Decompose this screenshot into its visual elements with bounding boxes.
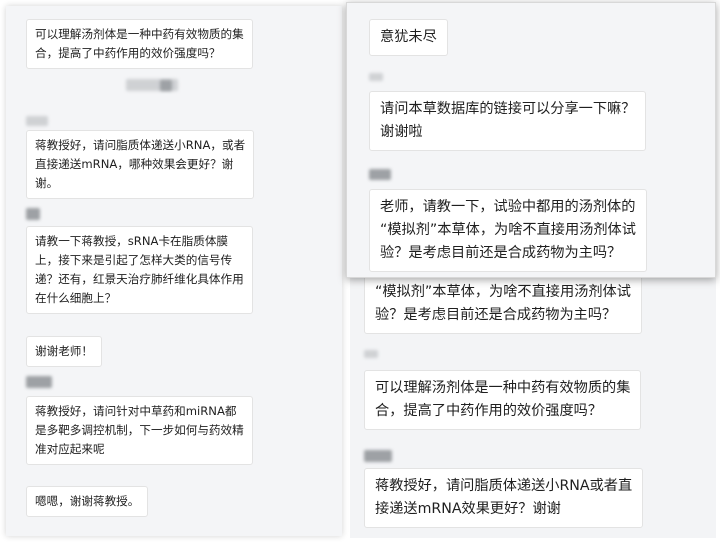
chat-message: 蒋教授好，请问针对中草药和miRNA都 是多靶多调控机制，下一步如何与药效精 准… [26, 396, 253, 465]
right-top-chat-panel: 意犹未尽 请问本草数据库的链接可以分享一下嘛？ 谢谢啦 老师，请教一下，试验中都… [346, 2, 716, 278]
chat-message: 谢谢老师！ [26, 336, 102, 367]
redacted-avatar [160, 80, 172, 91]
redacted-username [26, 116, 48, 126]
redacted-avatar [26, 208, 40, 220]
chat-message: 请教一下蒋教授，sRNA卡在脂质体膜 上，接下来是引起了怎样大类的信号传 递？还… [26, 226, 253, 314]
redacted-avatar [369, 169, 391, 180]
redacted-username [364, 350, 378, 358]
chat-message: 意犹未尽 [369, 19, 448, 56]
redacted-avatar [364, 450, 392, 462]
chat-message: 老师，请教一下，试验中都用的汤剂体的 “模拟剂”本草体，为啥不直接用汤剂体试 验… [369, 189, 647, 272]
left-chat-panel: 可以理解汤剂体是一种中药有效物质的集 合，提高了中药作用的效价强度吗？ 蒋教授好… [6, 6, 342, 536]
chat-message: “模拟剂”本草体，为啥不直接用汤剂体试 验？是考虑目前还是合成药物为主吗？ [364, 274, 642, 334]
chat-message: 嗯嗯，谢谢蒋教授。 [26, 486, 149, 517]
redacted-avatar [26, 376, 52, 388]
right-bottom-chat-panel: “模拟剂”本草体，为啥不直接用汤剂体试 验？是考虑目前还是合成药物为主吗？ 可以… [350, 270, 716, 538]
redacted-username [369, 73, 383, 81]
chat-message: 可以理解汤剂体是一种中药有效物质的集 合，提高了中药作用的效价强度吗？ [26, 19, 253, 69]
chat-message: 蒋教授好，请问脂质体递送小RNA，或者 直接递送mRNA，哪种效果会更好？谢 谢… [26, 130, 255, 199]
chat-message: 可以理解汤剂体是一种中药有效物质的集 合，提高了中药作用的效价强度吗？ [364, 370, 642, 430]
chat-message: 蒋教授好，请问脂质体递送小RNA或者直 接递送mRNA效果更好？谢谢 [364, 468, 644, 528]
chat-message: 请问本草数据库的链接可以分享一下嘛？ 谢谢啦 [369, 91, 647, 151]
